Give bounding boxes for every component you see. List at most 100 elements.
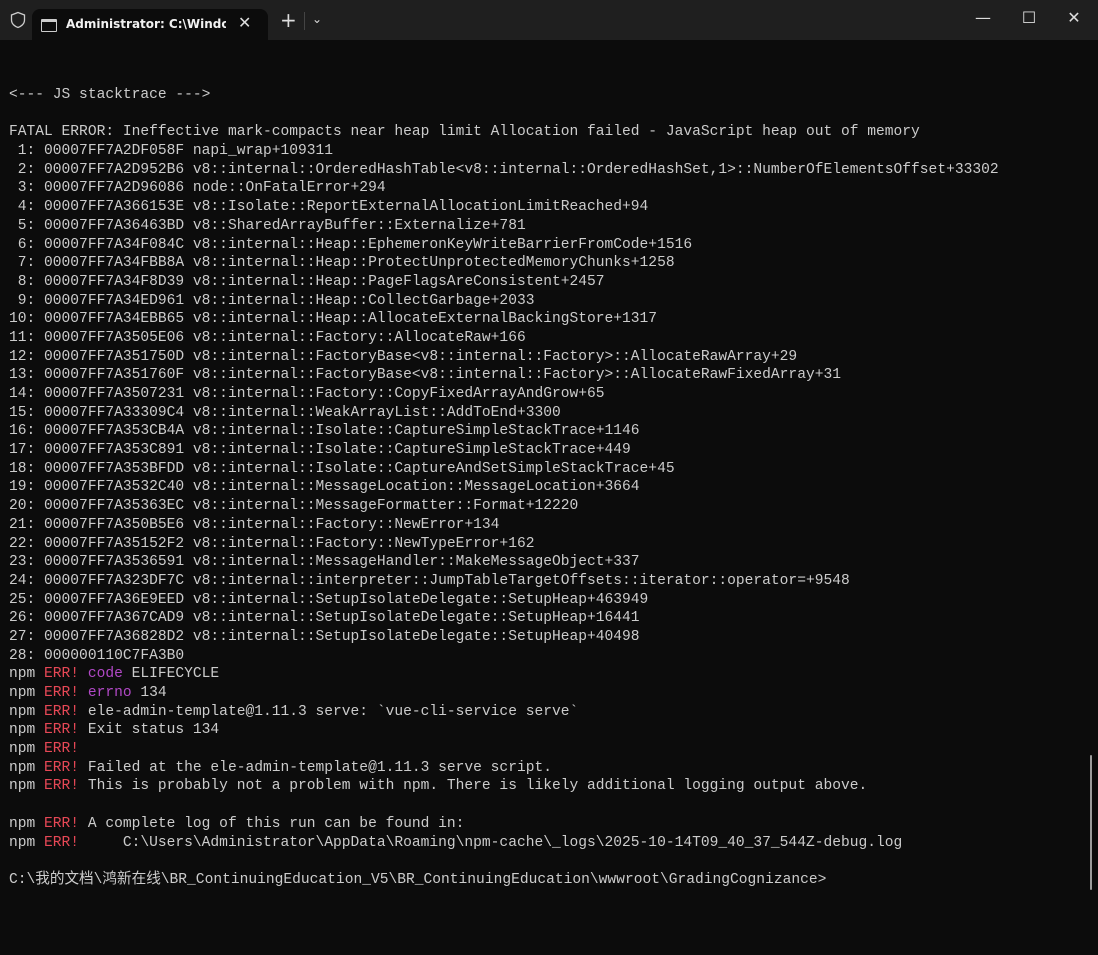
terminal-line: <--- JS stacktrace ---> bbox=[9, 86, 1079, 105]
terminal-line: 15: 00007FF7A33309C4 v8::internal::WeakA… bbox=[9, 404, 1079, 423]
line-text: 19: 00007FF7A3532C40 v8::internal::Messa… bbox=[9, 479, 640, 496]
err-label: ERR! bbox=[44, 722, 80, 739]
line-text: 3: 00007FF7A2D96086 node::OnFatalError+2… bbox=[9, 180, 386, 197]
tab-title: Administrator: C:\Windows\System32\cmd.e… bbox=[66, 17, 226, 31]
line-text: 8: 00007FF7A34F8D39 v8::internal::Heap::… bbox=[9, 273, 605, 290]
terminal-line: 7: 00007FF7A34FBB8A v8::internal::Heap::… bbox=[9, 254, 1079, 273]
terminal-line: npm ERR! Exit status 134 bbox=[9, 721, 1079, 740]
terminal-line: 21: 00007FF7A350B5E6 v8::internal::Facto… bbox=[9, 516, 1079, 535]
line-text: Failed at the ele-admin-template@1.11.3 … bbox=[79, 759, 552, 776]
line-text: 27: 00007FF7A36828D2 v8::internal::Setup… bbox=[9, 628, 640, 645]
line-text: npm bbox=[9, 741, 45, 758]
line-text: 13: 00007FF7A351760F v8::internal::Facto… bbox=[9, 367, 841, 384]
err-keyword: code bbox=[87, 666, 123, 683]
terminal-line: 8: 00007FF7A34F8D39 v8::internal::Heap::… bbox=[9, 273, 1079, 292]
line-text: 7: 00007FF7A34FBB8A v8::internal::Heap::… bbox=[9, 255, 675, 272]
plus-icon[interactable]: + bbox=[280, 8, 297, 32]
terminal-line: 2: 00007FF7A2D952B6 v8::internal::Ordere… bbox=[9, 161, 1079, 180]
line-text: 134 bbox=[131, 685, 167, 701]
line-text: C:\Users\Administrator\AppData\Roaming\n… bbox=[79, 834, 903, 851]
terminal-line: 24: 00007FF7A323DF7C v8::internal::inter… bbox=[9, 572, 1079, 591]
minimize-icon[interactable]: — bbox=[968, 8, 998, 27]
line-text: 23: 00007FF7A3536591 v8::internal::Messa… bbox=[9, 554, 640, 571]
line-text: Exit status 134 bbox=[79, 722, 220, 739]
line-text: 20: 00007FF7A35363EC v8::internal::Messa… bbox=[9, 498, 579, 515]
terminal-output[interactable]: <--- JS stacktrace ---> FATAL ERROR: Inef… bbox=[9, 86, 1079, 890]
maximize-icon[interactable]: ☐ bbox=[1014, 8, 1044, 27]
terminal-line: 3: 00007FF7A2D96086 node::OnFatalError+2… bbox=[9, 179, 1079, 198]
divider bbox=[304, 12, 305, 30]
line-text: 1: 00007FF7A2DF058F napi_wrap+109311 bbox=[9, 143, 334, 160]
terminal-line: 6: 00007FF7A34F084C v8::internal::Heap::… bbox=[9, 236, 1079, 255]
line-text: 21: 00007FF7A350B5E6 v8::internal::Facto… bbox=[9, 516, 500, 533]
err-keyword: errno bbox=[87, 685, 132, 701]
err-label: ERR! bbox=[44, 778, 80, 795]
line-text: 22: 00007FF7A35152F2 v8::internal::Facto… bbox=[9, 535, 535, 552]
window-close-icon[interactable]: ✕ bbox=[1059, 8, 1089, 27]
line-text: npm bbox=[9, 666, 45, 683]
terminal-line: 23: 00007FF7A3536591 v8::internal::Messa… bbox=[9, 553, 1079, 572]
terminal-line: npm ERR! bbox=[9, 740, 1079, 759]
line-text: npm bbox=[9, 722, 45, 739]
line-text: <--- JS stacktrace ---> bbox=[9, 87, 211, 103]
line-text: 10: 00007FF7A34EBB65 v8::internal::Heap:… bbox=[9, 311, 658, 328]
line-text: 24: 00007FF7A323DF7C v8::internal::inter… bbox=[9, 572, 850, 589]
line-text bbox=[79, 666, 88, 682]
line-text: npm bbox=[9, 815, 45, 832]
terminal-line: npm ERR! This is probably not a problem … bbox=[9, 777, 1079, 796]
terminal-line: 19: 00007FF7A3532C40 v8::internal::Messa… bbox=[9, 478, 1079, 497]
line-text: npm bbox=[9, 778, 45, 795]
line-text: 5: 00007FF7A36463BD v8::SharedArrayBuffe… bbox=[9, 217, 526, 234]
err-label: ERR! bbox=[44, 685, 80, 701]
line-text: C:\我的文档\鸿新在线\BR_ContinuingEducation_V5\B… bbox=[9, 871, 827, 888]
terminal-line: 18: 00007FF7A353BFDD v8::internal::Isola… bbox=[9, 460, 1079, 479]
err-label: ERR! bbox=[44, 815, 80, 832]
terminal-line: 14: 00007FF7A3507231 v8::internal::Facto… bbox=[9, 385, 1079, 404]
terminal-line: 4: 00007FF7A366153E v8::Isolate::ReportE… bbox=[9, 198, 1079, 217]
err-label: ERR! bbox=[44, 703, 80, 720]
line-text: 28: 000000110C7FA3B0 bbox=[9, 647, 185, 664]
line-text: npm bbox=[9, 834, 45, 851]
terminal-line: 25: 00007FF7A36E9EED v8::internal::Setup… bbox=[9, 591, 1079, 610]
terminal-line: 22: 00007FF7A35152F2 v8::internal::Facto… bbox=[9, 535, 1079, 554]
terminal-line: npm ERR! code ELIFECYCLE bbox=[9, 665, 1079, 684]
terminal-icon bbox=[41, 19, 57, 32]
err-label: ERR! bbox=[44, 666, 80, 683]
terminal-line: C:\我的文档\鸿新在线\BR_ContinuingEducation_V5\B… bbox=[9, 871, 1079, 890]
terminal-line: 11: 00007FF7A3505E06 v8::internal::Facto… bbox=[9, 329, 1079, 348]
line-text: 12: 00007FF7A351750D v8::internal::Facto… bbox=[9, 348, 798, 365]
line-text: 9: 00007FF7A34ED961 v8::internal::Heap::… bbox=[9, 292, 535, 309]
line-text: ELIFECYCLE bbox=[122, 666, 220, 683]
terminal-line: 17: 00007FF7A353C891 v8::internal::Isola… bbox=[9, 441, 1079, 460]
terminal-line: npm ERR! errno 134 bbox=[9, 684, 1079, 703]
close-icon[interactable]: ✕ bbox=[238, 13, 251, 32]
line-text: FATAL ERROR: Ineffective mark-compacts n… bbox=[9, 124, 920, 141]
shield-icon bbox=[10, 11, 26, 29]
terminal-line: 9: 00007FF7A34ED961 v8::internal::Heap::… bbox=[9, 292, 1079, 311]
chevron-down-icon[interactable]: ⌄ bbox=[312, 12, 322, 26]
scrollbar-thumb[interactable] bbox=[1090, 755, 1092, 890]
err-label: ERR! bbox=[44, 741, 80, 758]
terminal-line: 26: 00007FF7A367CAD9 v8::internal::Setup… bbox=[9, 609, 1079, 628]
terminal-line: 13: 00007FF7A351760F v8::internal::Facto… bbox=[9, 366, 1079, 385]
terminal-line: 5: 00007FF7A36463BD v8::SharedArrayBuffe… bbox=[9, 217, 1079, 236]
line-text: 2: 00007FF7A2D952B6 v8::internal::Ordere… bbox=[9, 161, 999, 178]
line-text: 16: 00007FF7A353CB4A v8::internal::Isola… bbox=[9, 423, 640, 440]
line-text: 4: 00007FF7A366153E v8::Isolate::ReportE… bbox=[9, 199, 649, 216]
terminal-line: npm ERR! ele-admin-template@1.11.3 serve… bbox=[9, 703, 1079, 722]
terminal-line: npm ERR! Failed at the ele-admin-templat… bbox=[9, 759, 1079, 778]
line-text: 17: 00007FF7A353C891 v8::internal::Isola… bbox=[9, 442, 631, 459]
terminal-line: 27: 00007FF7A36828D2 v8::internal::Setup… bbox=[9, 628, 1079, 647]
line-text: A complete log of this run can be found … bbox=[79, 815, 465, 832]
tab-cmd[interactable]: Administrator: C:\Windows\System32\cmd.e… bbox=[32, 9, 268, 40]
err-label: ERR! bbox=[44, 834, 80, 851]
line-text: 18: 00007FF7A353BFDD v8::internal::Isola… bbox=[9, 460, 675, 477]
line-text: 26: 00007FF7A367CAD9 v8::internal::Setup… bbox=[9, 610, 640, 627]
line-text: 25: 00007FF7A36E9EED v8::internal::Setup… bbox=[9, 591, 649, 608]
line-text: This is probably not a problem with npm.… bbox=[79, 778, 868, 795]
terminal-line: 20: 00007FF7A35363EC v8::internal::Messa… bbox=[9, 497, 1079, 516]
terminal-line: 10: 00007FF7A34EBB65 v8::internal::Heap:… bbox=[9, 310, 1079, 329]
line-text: npm bbox=[9, 703, 45, 720]
